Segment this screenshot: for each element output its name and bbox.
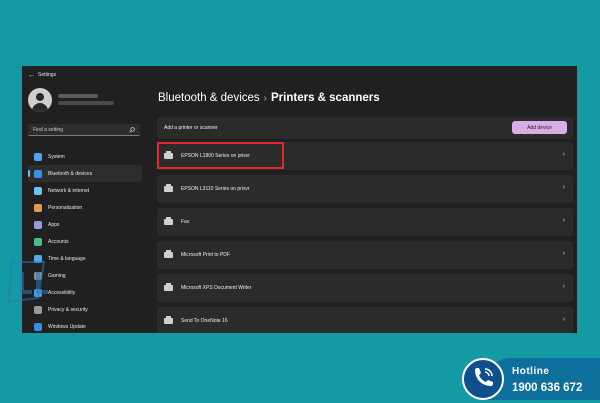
- title-bar: ← Settings: [22, 66, 577, 84]
- printer-icon: [164, 316, 173, 324]
- add-device-button[interactable]: Add device: [512, 121, 567, 134]
- printer-icon: [164, 250, 173, 258]
- phone-handset-icon: [475, 368, 493, 386]
- avatar-head-icon: [36, 93, 44, 101]
- sidebar-item-icon: [34, 186, 42, 195]
- sidebar-item-personalization[interactable]: Personalization: [28, 199, 142, 216]
- breadcrumb-parent[interactable]: Bluetooth & devices: [158, 92, 260, 104]
- device-row[interactable]: Fax ›: [157, 208, 573, 236]
- sidebar-item-icon: [34, 220, 42, 229]
- search-placeholder: Find a setting: [33, 126, 64, 133]
- sidebar-item-system[interactable]: System: [28, 148, 142, 165]
- search-icon: [129, 126, 135, 133]
- chevron-right-icon: ›: [562, 151, 565, 158]
- sidebar-item-label: Apps: [48, 221, 60, 228]
- blurred-user-name: [58, 94, 98, 98]
- breadcrumb: Bluetooth & devices › Printers & scanners: [158, 92, 380, 104]
- device-name: Microsoft Print to PDF: [181, 252, 230, 258]
- sidebar-item-label: Bluetooth & devices: [48, 170, 93, 177]
- user-profile[interactable]: [28, 88, 148, 116]
- sidebar-item-bluetooth-devices[interactable]: Bluetooth & devices: [28, 165, 142, 182]
- phone-icon: [462, 358, 504, 400]
- main-content: Bluetooth & devices › Printers & scanners …: [152, 84, 577, 333]
- device-name: EPSON L3110 Series on prisvr: [181, 186, 250, 192]
- device-row[interactable]: EPSON L3110 Series on prisvr ›: [157, 175, 573, 203]
- device-name: Fax: [181, 219, 190, 225]
- device-name: Microsoft XPS Document Writer: [181, 285, 252, 291]
- hotline-number: 1900 636 672: [512, 382, 583, 394]
- chevron-right-icon: ›: [562, 316, 565, 323]
- printer-icon: [164, 283, 173, 291]
- printer-icon: [164, 217, 173, 225]
- sidebar-item-label: Personalization: [48, 204, 83, 211]
- hotline-title: Hotline: [512, 366, 550, 377]
- chevron-right-icon: ›: [562, 184, 565, 191]
- chevron-right-icon: ›: [562, 217, 565, 224]
- settings-window: ← Settings Find a setting System Bluetoot…: [22, 66, 577, 333]
- device-row[interactable]: Send To OneNote 16 ›: [157, 307, 573, 333]
- sidebar-item-label: Network & internet: [48, 187, 90, 194]
- logo-watermark: [8, 261, 48, 304]
- chevron-right-icon: ›: [562, 283, 565, 290]
- window-title: Settings: [38, 72, 57, 78]
- add-printer-bar: Add a printer or scanner Add device: [157, 117, 573, 139]
- device-row[interactable]: Microsoft Print to PDF ›: [157, 241, 573, 269]
- add-printer-label: Add a printer or scanner: [164, 125, 218, 131]
- blurred-user-email: [58, 101, 114, 105]
- breadcrumb-chevron-icon: ›: [263, 93, 267, 104]
- printer-icon: [164, 184, 173, 192]
- sidebar-item-label: System: [48, 153, 65, 160]
- avatar: [28, 88, 52, 112]
- sidebar-item-icon: [34, 237, 42, 246]
- device-row[interactable]: Microsoft XPS Document Writer ›: [157, 274, 573, 302]
- sidebar-item-label: Accounts: [48, 238, 69, 245]
- page-title: Printers & scanners: [271, 92, 380, 104]
- sidebar-item-icon: [34, 169, 42, 178]
- device-name: Send To OneNote 16: [181, 318, 228, 324]
- chevron-right-icon: ›: [562, 250, 565, 257]
- sidebar-item-network-internet[interactable]: Network & internet: [28, 182, 142, 199]
- sidebar-item-apps[interactable]: Apps: [28, 216, 142, 233]
- sidebar-item-icon: [34, 203, 42, 212]
- highlight-box: [157, 142, 284, 169]
- back-arrow-icon[interactable]: ←: [28, 72, 38, 79]
- search-input[interactable]: Find a setting: [28, 124, 140, 136]
- avatar-body-icon: [32, 103, 48, 112]
- hotline-banner[interactable]: Hotline 1900 636 672: [458, 352, 600, 400]
- sidebar-item-accounts[interactable]: Accounts: [28, 233, 142, 250]
- sidebar-item-icon: [34, 152, 42, 161]
